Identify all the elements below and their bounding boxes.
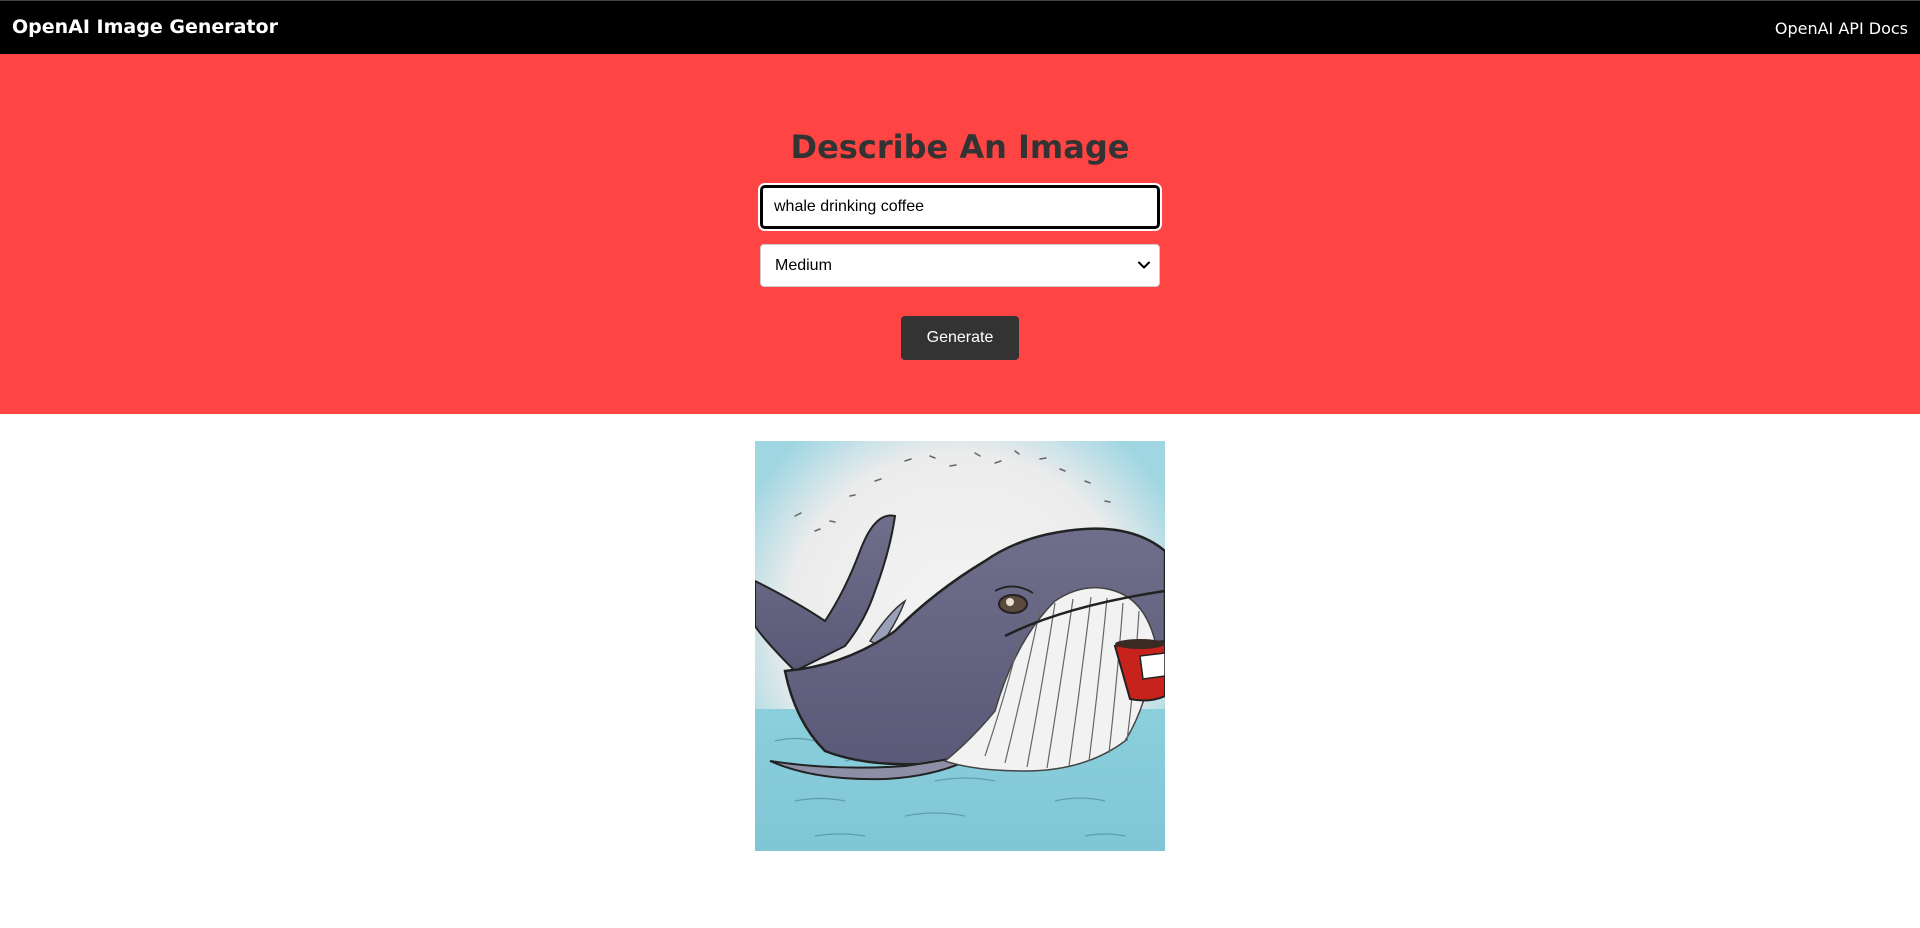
- chevron-down-icon: [1138, 261, 1150, 269]
- api-docs-link[interactable]: OpenAI API Docs: [1775, 19, 1908, 38]
- size-select-value: Medium: [775, 256, 832, 274]
- app-brand: OpenAI Image Generator: [12, 16, 278, 38]
- page-title: Describe An Image: [790, 128, 1130, 166]
- size-select[interactable]: Medium: [760, 244, 1160, 287]
- generated-image: [755, 441, 1165, 851]
- generate-button[interactable]: Generate: [901, 316, 1019, 360]
- whale-drinking-coffee-illustration: [755, 441, 1165, 851]
- prompt-input[interactable]: [760, 185, 1160, 229]
- top-navbar: OpenAI Image Generator OpenAI API Docs: [0, 0, 1920, 54]
- prompt-section: Describe An Image Medium Generate: [0, 54, 1920, 414]
